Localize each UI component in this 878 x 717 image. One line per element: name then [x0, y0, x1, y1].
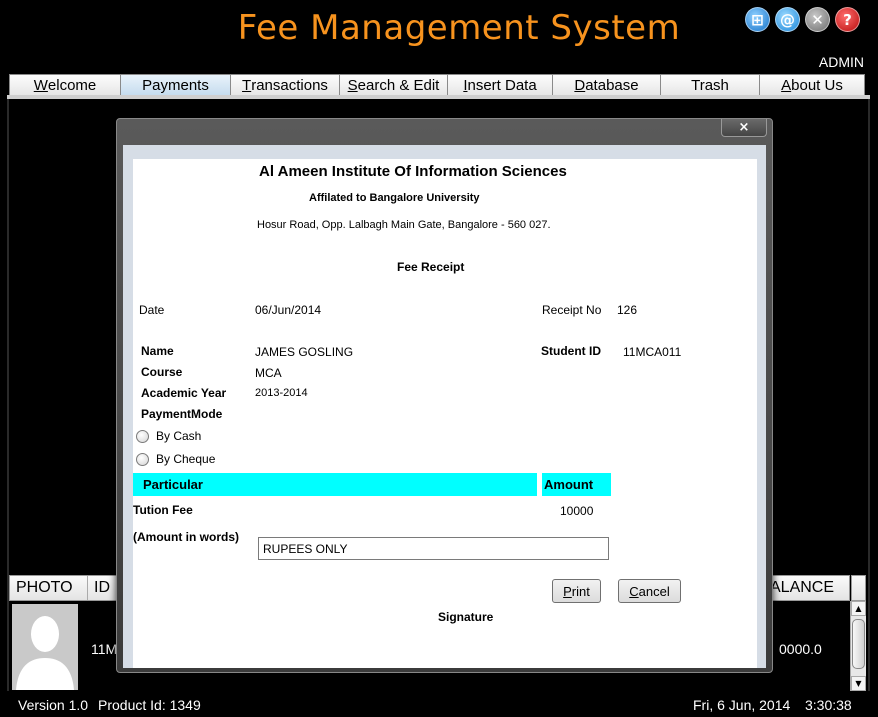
- receipt-no-value: 126: [617, 303, 638, 317]
- tab-label: bout Us: [791, 76, 843, 94]
- column-header-photo[interactable]: PHOTO: [10, 576, 88, 600]
- date-field-label: Date: [139, 303, 165, 317]
- tab-label: elcome: [47, 76, 97, 94]
- user-label: ADMIN: [818, 54, 864, 70]
- tab-search-edit[interactable]: Search & Edit: [339, 74, 448, 95]
- person-silhouette-icon: [12, 604, 78, 690]
- scroll-up-icon[interactable]: ▲: [851, 601, 866, 616]
- course-value: MCA: [255, 366, 282, 380]
- date-value: 06/Jun/2014: [255, 303, 322, 317]
- by-cash-label: By Cash: [156, 429, 202, 443]
- address-text: Hosur Road, Opp. Lalbagh Main Gate, Bang…: [257, 219, 551, 231]
- print-button[interactable]: Print: [552, 579, 601, 603]
- course-label: Course: [141, 365, 183, 379]
- column-header-id[interactable]: ID: [88, 576, 118, 600]
- student-id-value: 11MCA011: [623, 345, 682, 359]
- tab-about-us[interactable]: About Us: [759, 74, 865, 95]
- print-mnemonic: P: [563, 583, 572, 599]
- affiliation-text: Affilated to Bangalore University: [309, 192, 480, 204]
- tab-label-mnemonic: S: [347, 76, 358, 94]
- name-value: JAMES GOSLING: [255, 345, 354, 359]
- time-label: 3:30:38: [805, 697, 852, 713]
- scroll-thumb[interactable]: [852, 619, 865, 669]
- tab-payments[interactable]: Payments: [120, 74, 231, 95]
- amount-in-words-label: (Amount in words): [133, 530, 239, 544]
- grid-icon[interactable]: ⊞: [745, 7, 770, 32]
- cancel-mnemonic: C: [629, 583, 639, 599]
- tab-label-mnemonic: D: [574, 76, 586, 94]
- amount-header: Amount: [542, 473, 611, 496]
- cancel-label: ancel: [638, 583, 670, 599]
- tab-label-mnemonic: A: [781, 76, 792, 94]
- academic-year-label: Academic Year: [141, 386, 227, 400]
- by-cheque-label: By Cheque: [156, 452, 216, 466]
- particular-header: Particular: [133, 473, 537, 496]
- dialog-body: Al Ameen Institute Of Information Scienc…: [123, 145, 766, 668]
- receipt-title: Fee Receipt: [397, 260, 465, 274]
- tab-label-mnemonic: T: [242, 76, 252, 94]
- tab-label: nsert Data: [467, 76, 537, 94]
- payment-mode-label: PaymentMode: [141, 407, 223, 421]
- tab-label: atabase: [585, 76, 639, 94]
- tab-label: Trash: [691, 76, 729, 94]
- by-cheque-radio[interactable]: By Cheque: [136, 452, 215, 466]
- radio-button-icon[interactable]: [136, 452, 149, 466]
- tab-label: Payments: [142, 76, 209, 94]
- tab-insert-data[interactable]: Insert Data: [447, 74, 553, 95]
- tab-label-mnemonic: W: [33, 76, 48, 94]
- tab-transactions[interactable]: Transactions: [230, 74, 340, 95]
- tuition-fee-label: Tution Fee: [133, 503, 193, 517]
- student-photo: [12, 604, 78, 690]
- by-cash-radio[interactable]: By Cash: [136, 429, 201, 443]
- table-scrollbar[interactable]: ▲ ▼: [850, 601, 866, 691]
- dialog-close-button[interactable]: ×: [721, 119, 767, 137]
- tab-label: earch & Edit: [357, 76, 440, 94]
- product-id-label: Product Id: 1349: [98, 697, 201, 713]
- fee-receipt-dialog: × Al Ameen Institute Of Information Scie…: [116, 118, 773, 673]
- institute-name: Al Ameen Institute Of Information Scienc…: [259, 163, 567, 180]
- student-id-label: Student ID: [541, 344, 601, 358]
- tab-label: ransactions: [251, 76, 328, 94]
- column-header-balance[interactable]: ALANCE: [763, 576, 849, 600]
- print-label: rint: [571, 583, 590, 599]
- academic-year-value: 2013-2014: [255, 387, 308, 399]
- radio-button-icon[interactable]: [136, 429, 149, 443]
- name-label: Name: [141, 344, 174, 358]
- status-bar: Version 1.0 Product Id: 1349 Fri, 6 Jun,…: [0, 693, 878, 717]
- email-at-icon[interactable]: @: [775, 7, 800, 32]
- version-label: Version 1.0: [18, 697, 89, 713]
- tab-database[interactable]: Database: [552, 74, 661, 95]
- amount-in-words-field[interactable]: RUPEES ONLY: [258, 537, 609, 560]
- main-tab-bar: Welcome Payments Transactions Search & E…: [9, 74, 865, 95]
- tab-welcome[interactable]: Welcome: [9, 74, 121, 95]
- tab-trash[interactable]: Trash: [660, 74, 760, 95]
- row-balance-cell: 0000.0: [779, 641, 822, 657]
- date-label: Fri, 6 Jun, 2014: [693, 697, 791, 713]
- receipt-paper: Al Ameen Institute Of Information Scienc…: [133, 159, 757, 668]
- scroll-down-icon[interactable]: ▼: [851, 676, 866, 691]
- receipt-no-label: Receipt No: [542, 303, 602, 317]
- close-circle-icon[interactable]: ✕: [805, 7, 830, 32]
- row-id-cell: 11M: [91, 641, 118, 657]
- cancel-button[interactable]: Cancel: [618, 579, 681, 603]
- table-header-corner: [851, 575, 866, 601]
- tuition-fee-amount: 10000: [560, 504, 594, 518]
- top-icon-bar: ⊞ @ ✕ ?: [745, 7, 860, 32]
- help-icon[interactable]: ?: [835, 7, 860, 32]
- signature-label: Signature: [438, 610, 494, 624]
